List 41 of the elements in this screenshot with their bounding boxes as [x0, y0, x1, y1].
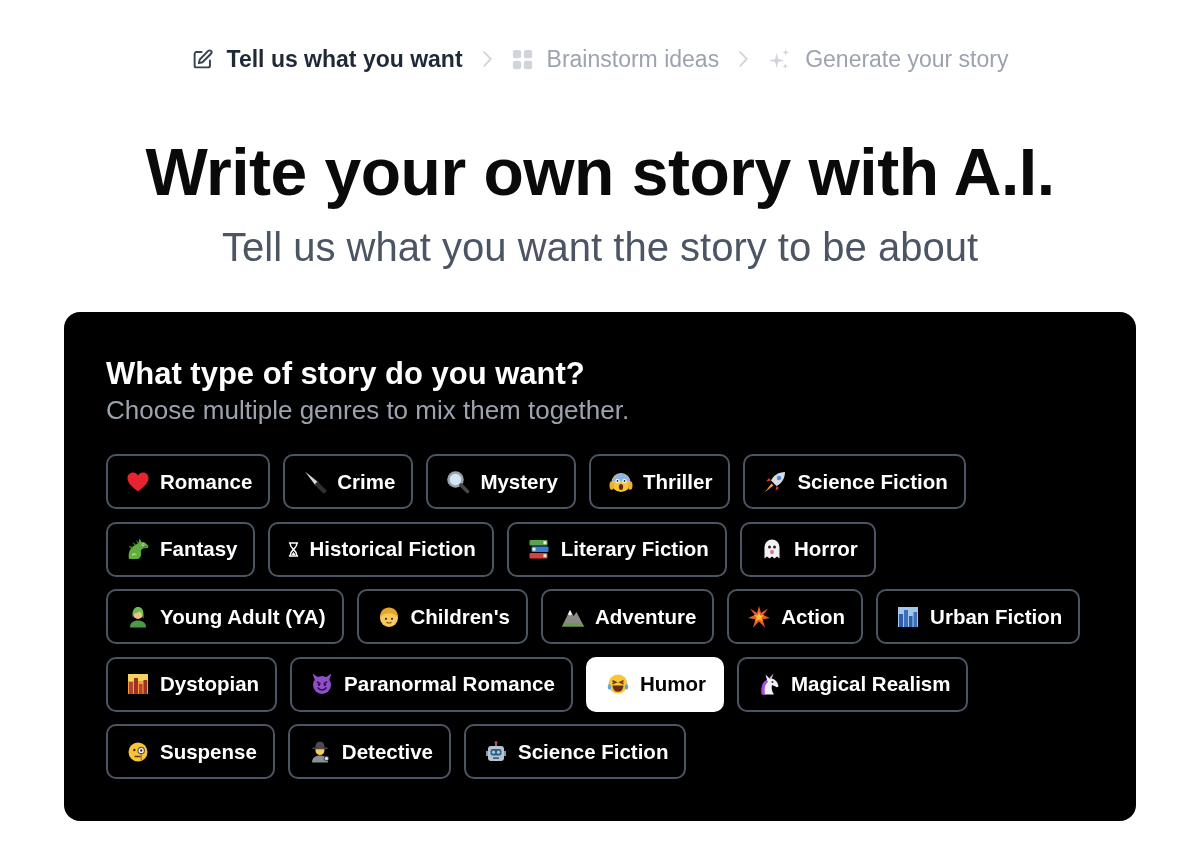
robot-icon	[484, 739, 509, 764]
genre-chip[interactable]: Horror	[739, 521, 876, 577]
step-label: Brainstorm ideas	[546, 45, 720, 74]
genre-chip[interactable]: Dystopian	[106, 656, 278, 712]
laughing-face-icon	[605, 672, 630, 696]
genre-chip[interactable]: Mystery	[426, 454, 576, 509]
genre-chip[interactable]: Crime	[283, 454, 414, 509]
genre-chip[interactable]: Detective	[287, 724, 452, 779]
panel-heading: What type of story do you want?	[106, 356, 585, 392]
genre-chip[interactable]: Fantasy	[106, 521, 256, 577]
genre-chip[interactable]: Thriller	[588, 454, 731, 509]
magnifying-glass-icon	[446, 469, 471, 494]
genre-chip[interactable]: Paranormal Romance	[290, 656, 573, 712]
genre-chip[interactable]: Humor	[585, 656, 724, 712]
genre-chip[interactable]: Magical Realism	[736, 656, 969, 712]
city-icon	[896, 604, 921, 629]
dragon-icon	[126, 537, 150, 561]
genre-chip[interactable]: Suspense	[106, 724, 275, 779]
genre-chip[interactable]: Romance	[106, 454, 271, 509]
hourglass-icon	[288, 541, 300, 557]
genre-chip[interactable]: Young Adult (YA)	[106, 589, 344, 644]
genre-chip[interactable]: Literary Fiction	[506, 521, 727, 577]
page-subtitle: Tell us what you want the story to be about	[222, 224, 978, 270]
genre-chip[interactable]: Adventure	[540, 589, 715, 644]
sparkles-icon	[768, 47, 792, 71]
sunset-city-icon	[126, 672, 150, 696]
chevron-right-icon	[739, 51, 749, 67]
rocket-icon	[763, 469, 788, 494]
genre-chip[interactable]: Action	[727, 589, 864, 644]
pencil-square-icon	[191, 48, 213, 70]
genre-chip[interactable]: Urban Fiction	[876, 589, 1081, 644]
grid-icon	[511, 48, 533, 70]
step-label: Generate your story	[805, 45, 1009, 74]
page-title: Write your own story with A.I.	[145, 134, 1055, 210]
genre-chip[interactable]: Historical Fiction	[268, 521, 494, 577]
genre-chip[interactable]: Children's	[356, 589, 528, 644]
genre-chip[interactable]: Science Fiction	[743, 454, 966, 509]
panel-subheading: Choose multiple genres to mix them together.	[106, 394, 630, 426]
step-label: Tell us what you want	[226, 45, 463, 74]
genre-chip[interactable]: Science Fiction	[464, 724, 687, 779]
chevron-right-icon	[482, 51, 492, 67]
